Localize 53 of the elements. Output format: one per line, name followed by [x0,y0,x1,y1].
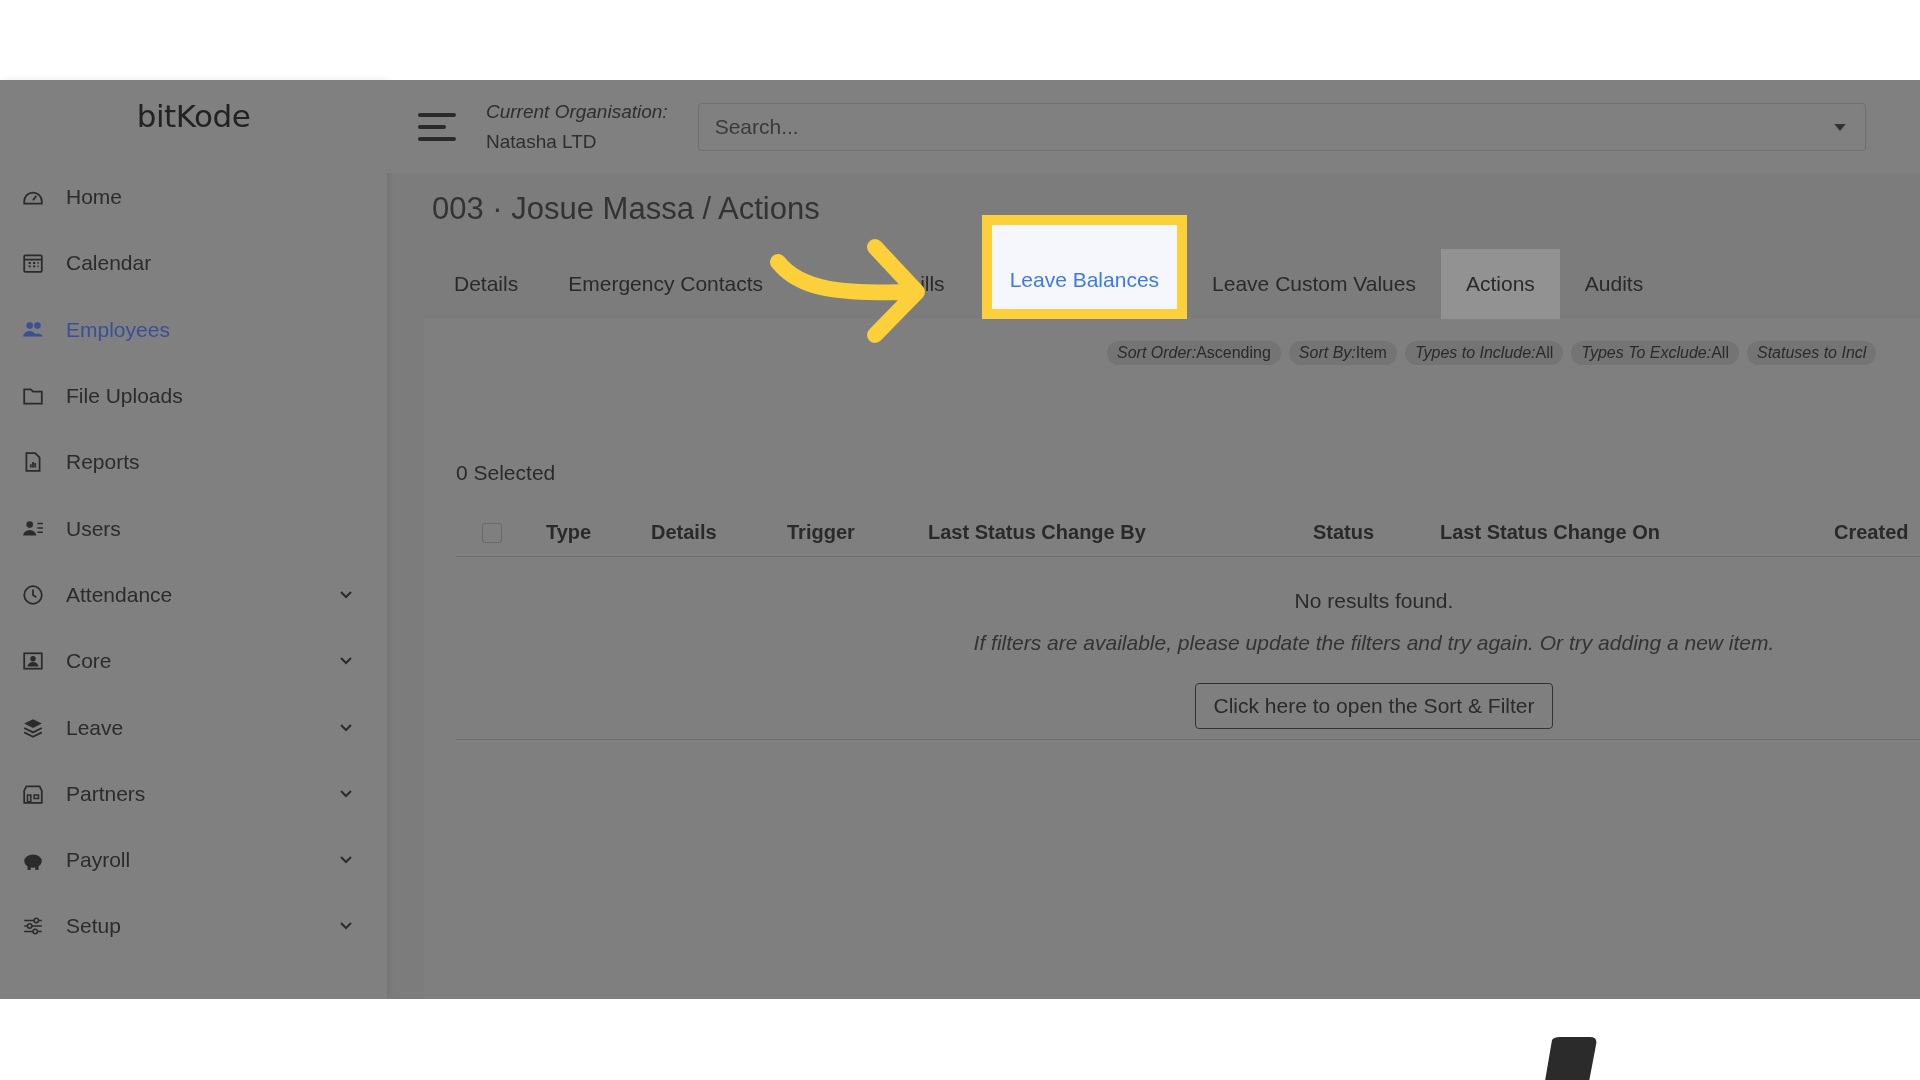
column-header[interactable]: Status [1313,521,1440,544]
organisation-name: Natasha LTD [486,130,598,153]
sidebar-item[interactable]: Home [0,164,387,231]
tab[interactable]: Leave Balances [981,215,1188,319]
filter-chip[interactable]: Sort By:Item [1288,341,1397,365]
column-header[interactable]: Trigger [787,521,928,544]
selected-count: 0 Selected [456,461,557,485]
tab[interactable]: Emergency Contacts [543,249,789,319]
filter-chip[interactable]: Statuses to Incl [1746,341,1877,365]
tab[interactable]: Details [429,249,544,319]
page-title: 003 · Josue Massa / Actions [432,191,821,227]
filter-chip[interactable]: Types to Include:All [1404,341,1564,365]
calendar-icon [22,252,44,275]
clock-icon [22,583,44,606]
chevron-down-icon [340,856,352,865]
open-sort-filter-button[interactable]: Click here to open the Sort & Filter [1194,683,1554,729]
filter-chip[interactable]: Types To Exclude:All [1571,341,1739,365]
building-icon [22,782,44,805]
tab[interactable]: Leave Custom Values [1187,249,1441,319]
column-header[interactable]: Type [546,521,651,544]
menu-icon[interactable] [418,110,456,143]
column-header[interactable]: Last Status Change By [928,521,1313,544]
chevron-down-icon [340,590,352,599]
empty-message: No results found. [1294,589,1454,613]
layers-icon [22,716,44,739]
column-header[interactable]: Details [651,521,787,544]
tab[interactable]: ills [788,249,970,319]
sidebar-item[interactable]: Attendance [0,561,387,629]
logo: bitKode [135,97,252,136]
sidebar-item[interactable]: Employees [0,296,387,363]
tab[interactable]: Actions [1440,249,1560,319]
sidebar-item[interactable]: Core [0,628,387,695]
sidebar-item[interactable]: Setup [0,893,387,960]
chevron-down-icon [340,789,352,798]
sidebar-item[interactable]: Users [0,495,387,562]
sidebar-item[interactable]: File Uploads [0,362,387,430]
organisation-label: Current Organisation: [486,100,668,123]
filter-chip[interactable]: Sort Order:Ascending [1107,341,1281,365]
column-header[interactable]: Created [1834,521,1909,544]
caret-icon [1834,123,1846,131]
chevron-down-icon [340,657,352,666]
sidebar-item[interactable]: Calendar [0,230,387,297]
sidebar-item[interactable]: Partners [0,760,387,827]
column-header[interactable]: Last Status Change On [1440,521,1834,544]
chevron-down-icon [340,922,352,931]
search-field[interactable]: Search... [697,102,1866,151]
sidebar-item[interactable]: Leave [0,694,387,761]
tab[interactable]: Audits [1559,249,1669,319]
empty-hint: If filters are available, please update the filters and try again. Or try adding a new item. [973,631,1775,655]
id-card-icon [22,650,44,673]
sidebar-item[interactable]: Payroll [0,826,387,894]
sidebar-item[interactable]: Reports [0,429,387,496]
chevron-down-icon [340,723,352,732]
